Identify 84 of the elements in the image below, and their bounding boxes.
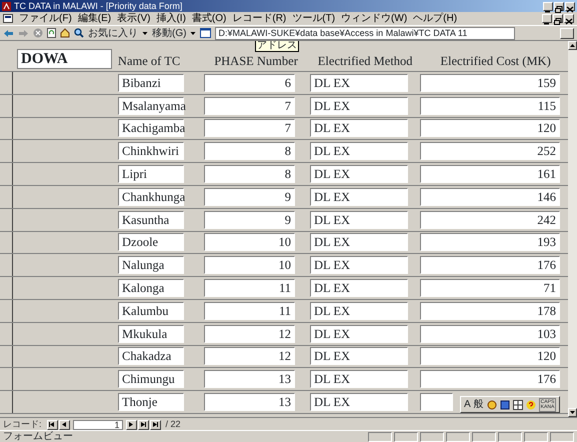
menu-item[interactable]: ツール(T) bbox=[292, 12, 336, 25]
menu-item[interactable]: レコード(R) bbox=[232, 12, 286, 25]
cost-field[interactable]: 178 bbox=[420, 302, 560, 320]
name-field[interactable]: Kalumbu bbox=[118, 302, 184, 320]
name-field[interactable]: Chakadza bbox=[118, 347, 184, 366]
menu-item[interactable]: 書式(O) bbox=[192, 12, 226, 25]
name-field[interactable]: Chankhunga bbox=[118, 188, 184, 206]
phase-field[interactable]: 10 bbox=[204, 233, 295, 252]
column-label: Electrified Method bbox=[316, 54, 414, 69]
menu-item[interactable]: 表示(V) bbox=[117, 12, 150, 25]
go-menu[interactable]: 移動(G) bbox=[152, 26, 186, 40]
cost-field[interactable]: 146 bbox=[420, 188, 560, 206]
cost-field[interactable]: 120 bbox=[420, 119, 560, 138]
column-label: Name of TC bbox=[118, 54, 182, 69]
method-field[interactable]: DL EX bbox=[310, 370, 408, 388]
menu-item[interactable]: ファイル(F) bbox=[19, 12, 72, 25]
name-field[interactable]: Msalanyama bbox=[118, 96, 184, 115]
cost-field[interactable]: 193 bbox=[420, 233, 560, 252]
name-field[interactable]: Chinkhwiri bbox=[118, 142, 184, 160]
method-field[interactable]: DL EX bbox=[310, 233, 408, 252]
column-label: PHASE Number bbox=[213, 54, 299, 69]
name-field[interactable]: Nalunga bbox=[118, 256, 184, 274]
name-field[interactable]: Thonje bbox=[118, 393, 184, 412]
phase-field[interactable]: 10 bbox=[204, 256, 295, 274]
method-field[interactable]: DL EX bbox=[310, 74, 408, 92]
phase-field[interactable]: 12 bbox=[204, 347, 295, 366]
name-field[interactable]: Kachigamba bbox=[118, 119, 184, 138]
method-field[interactable]: DL EX bbox=[310, 302, 408, 320]
method-field[interactable]: DL EX bbox=[310, 279, 408, 298]
method-field[interactable]: DL EX bbox=[310, 188, 408, 206]
phase-field[interactable]: 12 bbox=[204, 324, 295, 343]
name-field[interactable]: Kalonga bbox=[118, 279, 184, 298]
name-field[interactable]: Lipri bbox=[118, 165, 184, 184]
cost-field[interactable]: 120 bbox=[420, 347, 560, 366]
menu-item[interactable]: 挿入(I) bbox=[156, 12, 186, 25]
menu-item[interactable]: 編集(E) bbox=[78, 12, 112, 25]
method-field[interactable]: DL EX bbox=[310, 142, 408, 160]
address-field[interactable]: D:¥MALAWI-SUKE¥data base¥Access in Malawi¥TC DATA 11 bbox=[215, 26, 516, 40]
method-field[interactable]: DL EX bbox=[310, 165, 408, 184]
menu-item[interactable]: ウィンドウ(W) bbox=[341, 12, 408, 25]
phase-field[interactable]: 9 bbox=[204, 188, 295, 206]
menu-item[interactable]: ヘルプ(H) bbox=[413, 12, 458, 25]
record-number-field[interactable]: 1 bbox=[72, 420, 123, 430]
cost-field[interactable]: 161 bbox=[420, 165, 560, 184]
window-title: TC DATA in MALAWI - [Priority data Form] bbox=[14, 0, 182, 12]
cost-field[interactable]: 159 bbox=[420, 74, 560, 92]
cost-field[interactable]: 115 bbox=[420, 96, 560, 115]
phase-field[interactable]: 9 bbox=[204, 210, 295, 229]
method-field[interactable]: DL EX bbox=[310, 119, 408, 138]
phase-field[interactable]: 11 bbox=[204, 279, 295, 298]
phase-field[interactable]: 11 bbox=[204, 302, 295, 320]
phase-field[interactable]: 13 bbox=[204, 393, 295, 412]
favorites-menu[interactable]: お気に入り bbox=[88, 26, 138, 40]
ime-input-mode[interactable]: 般 bbox=[474, 397, 484, 412]
phase-field[interactable]: 7 bbox=[204, 119, 295, 138]
phase-field[interactable]: 7 bbox=[204, 96, 295, 115]
name-field[interactable]: Chimungu bbox=[118, 370, 184, 388]
district-field[interactable]: DOWA bbox=[17, 49, 112, 69]
name-field[interactable]: Dzoole bbox=[118, 233, 184, 252]
phase-field[interactable]: 8 bbox=[204, 165, 295, 184]
method-field[interactable]: DL EX bbox=[310, 96, 408, 115]
method-field[interactable]: DL EX bbox=[310, 324, 408, 343]
status-text: フォームビュー bbox=[3, 430, 74, 442]
phase-field[interactable]: 13 bbox=[204, 370, 295, 388]
method-field[interactable]: DL EX bbox=[310, 347, 408, 366]
name-field[interactable]: Mkukula bbox=[118, 324, 184, 343]
record-label: レコード: bbox=[3, 418, 42, 431]
cost-field[interactable]: 103 bbox=[420, 324, 560, 343]
cost-field[interactable]: 176 bbox=[420, 370, 560, 388]
phase-field[interactable]: 8 bbox=[204, 142, 295, 160]
phase-field[interactable]: 6 bbox=[204, 74, 295, 92]
cost-field[interactable]: 176 bbox=[420, 256, 560, 274]
cost-field[interactable]: 242 bbox=[420, 210, 560, 229]
cost-field[interactable]: 71 bbox=[420, 279, 560, 298]
method-field[interactable]: DL EX bbox=[310, 393, 408, 412]
column-label: Electrified Cost (MK) bbox=[439, 54, 552, 69]
method-field[interactable]: DL EX bbox=[310, 210, 408, 229]
name-field[interactable]: Bibanzi bbox=[118, 74, 184, 92]
method-field[interactable]: DL EX bbox=[310, 256, 408, 274]
address-text: D:¥MALAWI-SUKE¥data base¥Access in Malawi¥TC DATA 11 bbox=[218, 28, 468, 38]
record-count: / 22 bbox=[166, 418, 181, 431]
name-field[interactable]: Kasuntha bbox=[118, 210, 184, 229]
cost-field[interactable]: 252 bbox=[420, 142, 560, 160]
ime-mode[interactable]: A bbox=[464, 397, 471, 412]
